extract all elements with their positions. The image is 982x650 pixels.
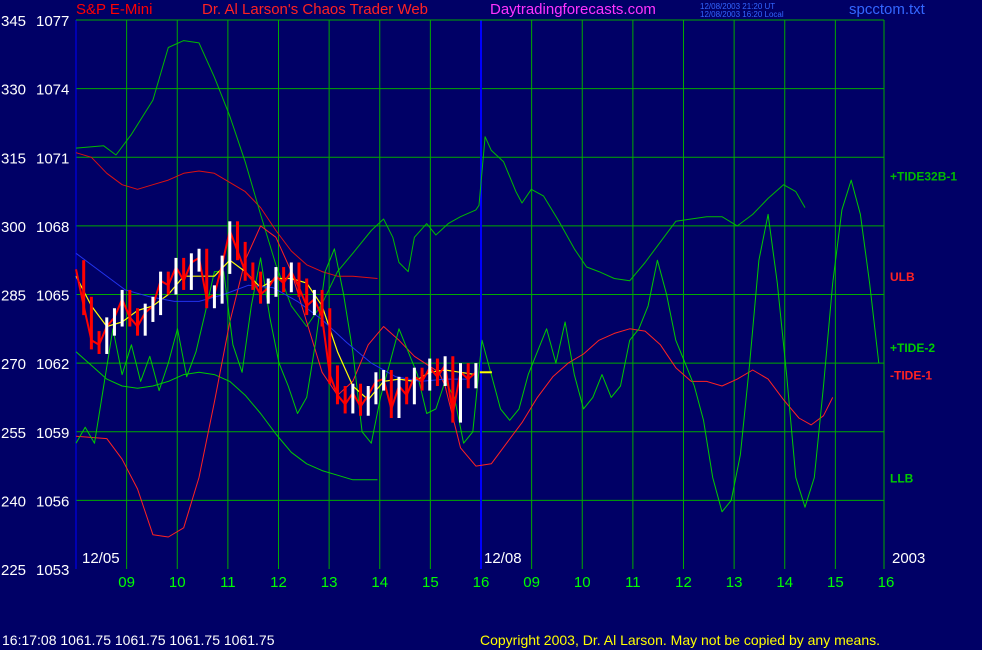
chart-canvas: 225 1053 240 1056 255 1059 270 1062 285 1065 300 10… — [1, 13, 957, 591]
x-tick-label: 13 — [321, 574, 338, 591]
series-label-tide-1: -TIDE-1 — [890, 369, 932, 383]
series-tide32-line — [75, 40, 806, 327]
y-tick-outer: 285 — [1, 288, 26, 305]
y-tick-outer: 240 — [1, 493, 26, 510]
x-tick-label: 09 — [523, 574, 540, 591]
y-tick-price: 1077 — [36, 13, 69, 30]
x-tick-label: 11 — [625, 574, 641, 591]
chart-series — [75, 40, 880, 538]
x-tick-label: 16 — [473, 574, 490, 591]
site-link[interactable]: Daytradingforecasts.com — [490, 1, 656, 18]
quote-readout: 16:17:08 1061.75 1061.75 1061.75 1061.75 — [2, 632, 275, 648]
x-tick-label: 09 — [118, 574, 135, 591]
y-tick-price: 1056 — [36, 493, 69, 510]
x-tick-label: 13 — [726, 574, 743, 591]
y-tick-price: 1071 — [36, 150, 69, 167]
author-title: Dr. Al Larson's Chaos Trader Web — [202, 1, 429, 18]
chart-title: S&P E-Mini — [76, 1, 153, 18]
file-name: spcctom.txt — [849, 1, 925, 18]
x-tick-label: 10 — [574, 574, 591, 591]
y-tick-price: 1053 — [36, 562, 69, 579]
series-label-tide32b-1: +TIDE32B-1 — [890, 170, 957, 184]
y-tick-outer: 330 — [1, 82, 26, 99]
y-tick-price: 1065 — [36, 288, 69, 305]
y-tick-price: 1074 — [36, 82, 69, 99]
x-tick-label: 12 — [270, 574, 287, 591]
x-tick-label: 10 — [169, 574, 186, 591]
series-label-tide-2: +TIDE-2 — [890, 341, 935, 355]
series-tide-1-line — [75, 225, 834, 538]
year-label: 2003 — [892, 550, 925, 567]
y-axis-ticks: 225 1053 240 1056 255 1059 270 1062 285 1065 300 10… — [1, 13, 69, 579]
x-tick-label: 15 — [827, 574, 844, 591]
x-tick-label: 12 — [675, 574, 692, 591]
y-tick-price: 1062 — [36, 356, 69, 373]
series-ulb-line — [75, 152, 378, 279]
y-tick-outer: 315 — [1, 150, 26, 167]
y-tick-outer: 225 — [1, 562, 26, 579]
y-tick-outer: 300 — [1, 219, 26, 236]
timestamp-local: 12/08/2003 16:20 Local — [700, 10, 784, 19]
x-tick-label: 14 — [776, 574, 793, 591]
x-tick-label: 15 — [422, 574, 439, 591]
series-labels: +TIDE32B-1 ULB +TIDE-2 -TIDE-1 LLB — [890, 170, 957, 486]
series-tide-2-line — [75, 179, 880, 513]
x-tick-label: 16 — [878, 574, 895, 591]
y-tick-outer: 270 — [1, 356, 26, 373]
series-price-line — [75, 229, 477, 415]
series-label-llb: LLB — [890, 472, 914, 486]
series-blue-line — [75, 252, 470, 382]
x-tick-label: 11 — [220, 574, 236, 591]
copyright-notice: Copyright 2003, Dr. Al Larson. May not b… — [480, 632, 881, 648]
y-tick-price: 1068 — [36, 219, 69, 236]
x-tick-label: 14 — [371, 574, 388, 591]
y-tick-outer: 255 — [1, 425, 26, 442]
x-axis-ticks: 09 10 11 12 13 14 15 16 09 10 11 12 13 14 15 16 — [118, 574, 894, 591]
date-label-1205: 12/05 — [82, 550, 120, 567]
date-label-1208: 12/08 — [484, 550, 522, 567]
grid-lines — [75, 19, 885, 569]
y-tick-price: 1059 — [36, 425, 69, 442]
series-label-ulb: ULB — [890, 270, 915, 284]
y-tick-outer: 345 — [1, 13, 26, 30]
